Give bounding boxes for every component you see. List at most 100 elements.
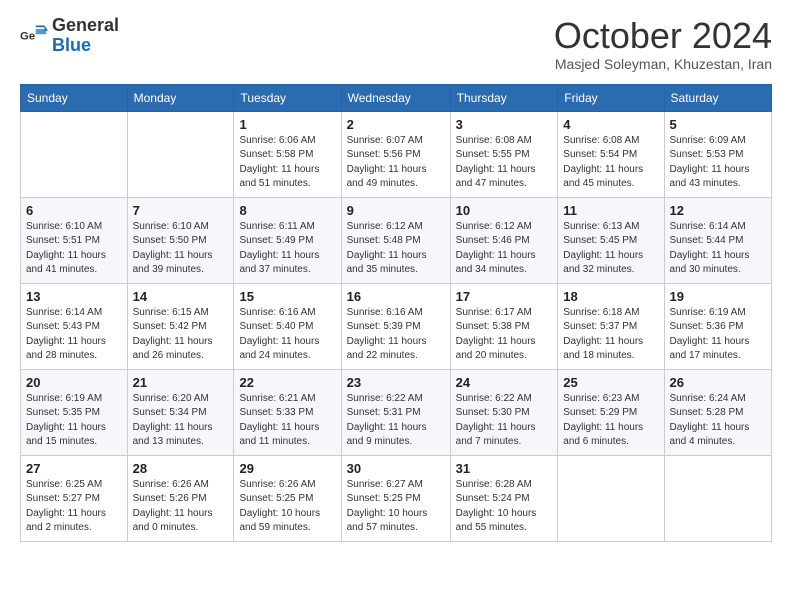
day-number: 17: [456, 289, 553, 304]
day-info: Sunrise: 6:28 AMSunset: 5:24 PMDaylight:…: [456, 478, 553, 536]
day-info: Sunrise: 6:16 AMSunset: 5:39 PMDaylight:…: [347, 306, 445, 364]
calendar-cell: 13Sunrise: 6:14 AMSunset: 5:43 PMDayligh…: [21, 283, 128, 369]
header-tuesday: Tuesday: [234, 84, 341, 111]
logo-text: General Blue: [52, 16, 119, 56]
day-number: 8: [239, 203, 335, 218]
day-number: 1: [239, 117, 335, 132]
day-info: Sunrise: 6:10 AMSunset: 5:51 PMDaylight:…: [26, 220, 122, 278]
day-number: 26: [670, 375, 766, 390]
day-info: Sunrise: 6:27 AMSunset: 5:25 PMDaylight:…: [347, 478, 445, 536]
day-info: Sunrise: 6:22 AMSunset: 5:30 PMDaylight:…: [456, 392, 553, 450]
calendar-cell: 24 Sunrise: 6:22 AMSunset: 5:30 PMDayligh…: [450, 369, 558, 455]
calendar-cell: 16 Sunrise: 6:16 AMSunset: 5:39 PMDayligh…: [341, 283, 450, 369]
calendar-cell: 6 Sunrise: 6:10 AMSunset: 5:51 PMDaylight…: [21, 197, 128, 283]
calendar-cell: 11 Sunrise: 6:13 AMSunset: 5:45 PMDayligh…: [558, 197, 664, 283]
calendar-cell: 1 Sunrise: 6:06 AMSunset: 5:58 PMDaylight…: [234, 111, 341, 197]
title-area: October 2024 Masjed Soleyman, Khuzestan,…: [554, 16, 772, 72]
day-number: 3: [456, 117, 553, 132]
day-number: 2: [347, 117, 445, 132]
calendar-cell: 23 Sunrise: 6:22 AMSunset: 5:31 PMDayligh…: [341, 369, 450, 455]
day-number: 20: [26, 375, 122, 390]
day-info: Sunrise: 6:12 AMSunset: 5:46 PMDaylight:…: [456, 220, 553, 278]
day-number: 9: [347, 203, 445, 218]
calendar-cell: 9 Sunrise: 6:12 AMSunset: 5:48 PMDaylight…: [341, 197, 450, 283]
svg-text:Ge: Ge: [20, 30, 35, 42]
calendar-cell: 27Sunrise: 6:25 AMSunset: 5:27 PMDayligh…: [21, 455, 128, 541]
day-number: 30: [347, 461, 445, 476]
header-monday: Monday: [127, 84, 234, 111]
day-number: 28: [133, 461, 229, 476]
day-info: Sunrise: 6:09 AMSunset: 5:53 PMDaylight:…: [670, 134, 766, 192]
day-info: Sunrise: 6:23 AMSunset: 5:29 PMDaylight:…: [563, 392, 658, 450]
day-info: Sunrise: 6:20 AMSunset: 5:34 PMDaylight:…: [133, 392, 229, 450]
day-number: 14: [133, 289, 229, 304]
day-number: 7: [133, 203, 229, 218]
calendar-cell: 18Sunrise: 6:18 AMSunset: 5:37 PMDayligh…: [558, 283, 664, 369]
day-number: 16: [347, 289, 445, 304]
calendar-cell: [558, 455, 664, 541]
day-number: 4: [563, 117, 658, 132]
day-number: 21: [133, 375, 229, 390]
day-info: Sunrise: 6:16 AMSunset: 5:40 PMDaylight:…: [239, 306, 335, 364]
day-info: Sunrise: 6:07 AMSunset: 5:56 PMDaylight:…: [347, 134, 445, 192]
logo: Ge General Blue: [20, 16, 119, 56]
calendar-cell: 19Sunrise: 6:19 AMSunset: 5:36 PMDayligh…: [664, 283, 771, 369]
header-friday: Friday: [558, 84, 664, 111]
day-info: Sunrise: 6:10 AMSunset: 5:50 PMDaylight:…: [133, 220, 229, 278]
day-info: Sunrise: 6:17 AMSunset: 5:38 PMDaylight:…: [456, 306, 553, 364]
calendar-week-row: 1 Sunrise: 6:06 AMSunset: 5:58 PMDaylight…: [21, 111, 772, 197]
day-info: Sunrise: 6:11 AMSunset: 5:49 PMDaylight:…: [239, 220, 335, 278]
calendar-cell: 2 Sunrise: 6:07 AMSunset: 5:56 PMDaylight…: [341, 111, 450, 197]
calendar-week-row: 27Sunrise: 6:25 AMSunset: 5:27 PMDayligh…: [21, 455, 772, 541]
calendar-cell: [21, 111, 128, 197]
header-thursday: Thursday: [450, 84, 558, 111]
calendar-cell: 10 Sunrise: 6:12 AMSunset: 5:46 PMDayligh…: [450, 197, 558, 283]
day-info: Sunrise: 6:19 AMSunset: 5:35 PMDaylight:…: [26, 392, 122, 450]
calendar-cell: 5 Sunrise: 6:09 AMSunset: 5:53 PMDaylight…: [664, 111, 771, 197]
day-number: 24: [456, 375, 553, 390]
calendar-cell: 20 Sunrise: 6:19 AMSunset: 5:35 PMDayligh…: [21, 369, 128, 455]
day-info: Sunrise: 6:15 AMSunset: 5:42 PMDaylight:…: [133, 306, 229, 364]
calendar-table: SundayMondayTuesdayWednesdayThursdayFrid…: [20, 84, 772, 542]
calendar-week-row: 6 Sunrise: 6:10 AMSunset: 5:51 PMDaylight…: [21, 197, 772, 283]
calendar-week-row: 20 Sunrise: 6:19 AMSunset: 5:35 PMDayligh…: [21, 369, 772, 455]
day-info: Sunrise: 6:14 AMSunset: 5:44 PMDaylight:…: [670, 220, 766, 278]
location-subtitle: Masjed Soleyman, Khuzestan, Iran: [554, 56, 772, 72]
month-title: October 2024: [554, 16, 772, 56]
day-info: Sunrise: 6:18 AMSunset: 5:37 PMDaylight:…: [563, 306, 658, 364]
day-number: 10: [456, 203, 553, 218]
header: Ge General Blue October 2024 Masjed Sole…: [20, 16, 772, 72]
day-info: Sunrise: 6:21 AMSunset: 5:33 PMDaylight:…: [239, 392, 335, 450]
day-info: Sunrise: 6:12 AMSunset: 5:48 PMDaylight:…: [347, 220, 445, 278]
calendar-cell: 22Sunrise: 6:21 AMSunset: 5:33 PMDayligh…: [234, 369, 341, 455]
logo-icon: Ge: [20, 22, 48, 50]
day-info: Sunrise: 6:22 AMSunset: 5:31 PMDaylight:…: [347, 392, 445, 450]
day-number: 29: [239, 461, 335, 476]
day-number: 23: [347, 375, 445, 390]
day-number: 6: [26, 203, 122, 218]
day-info: Sunrise: 6:08 AMSunset: 5:54 PMDaylight:…: [563, 134, 658, 192]
day-info: Sunrise: 6:13 AMSunset: 5:45 PMDaylight:…: [563, 220, 658, 278]
calendar-cell: 4 Sunrise: 6:08 AMSunset: 5:54 PMDaylight…: [558, 111, 664, 197]
day-number: 31: [456, 461, 553, 476]
calendar-cell: 26Sunrise: 6:24 AMSunset: 5:28 PMDayligh…: [664, 369, 771, 455]
day-info: Sunrise: 6:06 AMSunset: 5:58 PMDaylight:…: [239, 134, 335, 192]
calendar-cell: 30 Sunrise: 6:27 AMSunset: 5:25 PMDayligh…: [341, 455, 450, 541]
day-number: 25: [563, 375, 658, 390]
calendar-cell: 15 Sunrise: 6:16 AMSunset: 5:40 PMDayligh…: [234, 283, 341, 369]
header-saturday: Saturday: [664, 84, 771, 111]
day-number: 5: [670, 117, 766, 132]
calendar-cell: 21 Sunrise: 6:20 AMSunset: 5:34 PMDayligh…: [127, 369, 234, 455]
logo-general: General: [52, 15, 119, 35]
day-number: 15: [239, 289, 335, 304]
calendar-cell: 8 Sunrise: 6:11 AMSunset: 5:49 PMDaylight…: [234, 197, 341, 283]
day-info: Sunrise: 6:26 AMSunset: 5:25 PMDaylight:…: [239, 478, 335, 536]
calendar-cell: 25 Sunrise: 6:23 AMSunset: 5:29 PMDayligh…: [558, 369, 664, 455]
calendar-week-row: 13Sunrise: 6:14 AMSunset: 5:43 PMDayligh…: [21, 283, 772, 369]
day-number: 19: [670, 289, 766, 304]
day-number: 11: [563, 203, 658, 218]
calendar-cell: [127, 111, 234, 197]
calendar-cell: 3Sunrise: 6:08 AMSunset: 5:55 PMDaylight…: [450, 111, 558, 197]
day-number: 13: [26, 289, 122, 304]
calendar-cell: [664, 455, 771, 541]
